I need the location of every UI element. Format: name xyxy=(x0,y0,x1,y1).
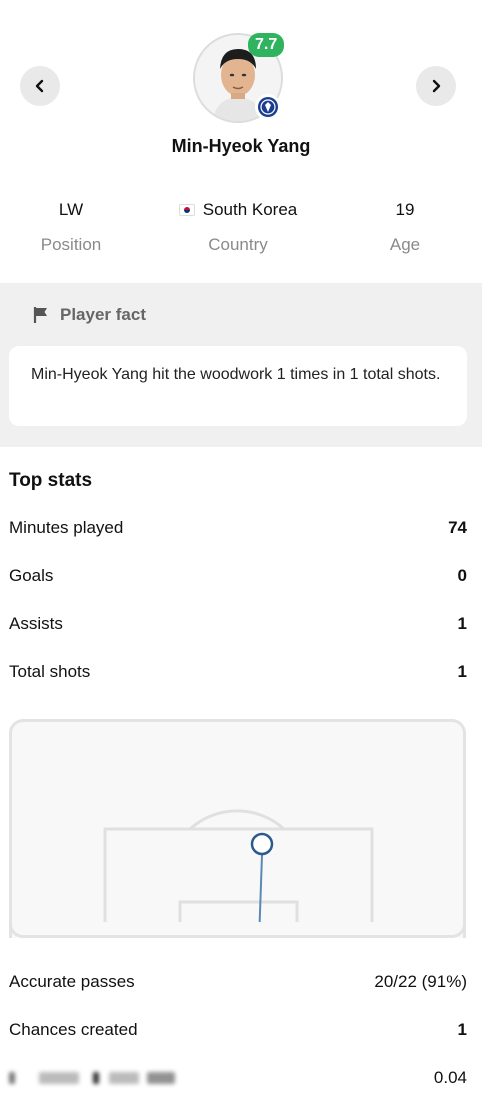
stat-value: 74 xyxy=(448,518,467,537)
stat-value: 1 xyxy=(457,614,467,633)
player-fact-title: Player fact xyxy=(60,305,146,324)
stat-label: Minutes played xyxy=(9,518,124,537)
blurred-stat-label xyxy=(9,1068,179,1088)
stat-row-accurate-passes: Accurate passes 20/22 (91%) xyxy=(9,972,467,992)
next-player-button[interactable] xyxy=(416,66,456,106)
shot-map-pitch xyxy=(9,719,466,938)
stat-row-minutes: Minutes played 74 xyxy=(9,518,467,538)
rating-badge: 7.7 xyxy=(248,33,285,57)
stat-value: 0.04 xyxy=(433,1068,467,1087)
chevron-left-icon xyxy=(35,79,44,93)
stat-value: 1 xyxy=(457,1020,467,1039)
age-info: 19 Age xyxy=(325,199,482,255)
flag-icon xyxy=(33,307,47,323)
country-value: South Korea xyxy=(202,200,298,219)
stat-row-assists: Assists 1 xyxy=(9,614,467,634)
stat-label: Goals xyxy=(9,566,54,585)
stat-value: 20/22 (91%) xyxy=(374,972,467,991)
stat-label: Assists xyxy=(9,614,63,633)
stat-label: Accurate passes xyxy=(9,972,135,991)
club-crest-icon xyxy=(255,94,281,120)
stat-value: 1 xyxy=(457,662,467,681)
player-name: Min-Hyeok Yang xyxy=(171,136,311,156)
south-korea-flag-icon xyxy=(178,204,195,216)
player-fact-section: Player fact Min-Hyeok Yang hit the woodw… xyxy=(0,283,482,447)
stat-row-chances-created: Chances created 1 xyxy=(9,1020,467,1040)
player-header: 7.7 Min-Hyeok Yang LW Position South Kor… xyxy=(0,0,482,282)
country-label: Country xyxy=(208,235,268,254)
top-stats-title: Top stats xyxy=(9,470,93,491)
prev-player-button[interactable] xyxy=(20,66,60,106)
penalty-arc xyxy=(188,809,286,831)
age-label: Age xyxy=(389,235,421,254)
pitch-bottom-edge xyxy=(9,922,466,938)
stat-value: 0 xyxy=(457,566,467,585)
position-label: Position xyxy=(40,235,102,254)
age-value: 19 xyxy=(395,200,415,219)
player-avatar-group: 7.7 xyxy=(193,33,285,123)
chevron-right-icon xyxy=(432,79,441,93)
stat-label: Chances created xyxy=(9,1020,138,1039)
stat-label: Total shots xyxy=(9,662,91,681)
position-value: LW xyxy=(58,200,84,219)
shot-marker[interactable] xyxy=(250,832,274,856)
player-fact-card: Min-Hyeok Yang hit the woodwork 1 times … xyxy=(9,346,467,426)
stat-row-total-shots: Total shots 1 xyxy=(9,662,467,682)
position-info: LW Position xyxy=(0,199,151,255)
country-info: South Korea Country xyxy=(158,199,318,255)
stat-row-goals: Goals 0 xyxy=(9,566,467,586)
